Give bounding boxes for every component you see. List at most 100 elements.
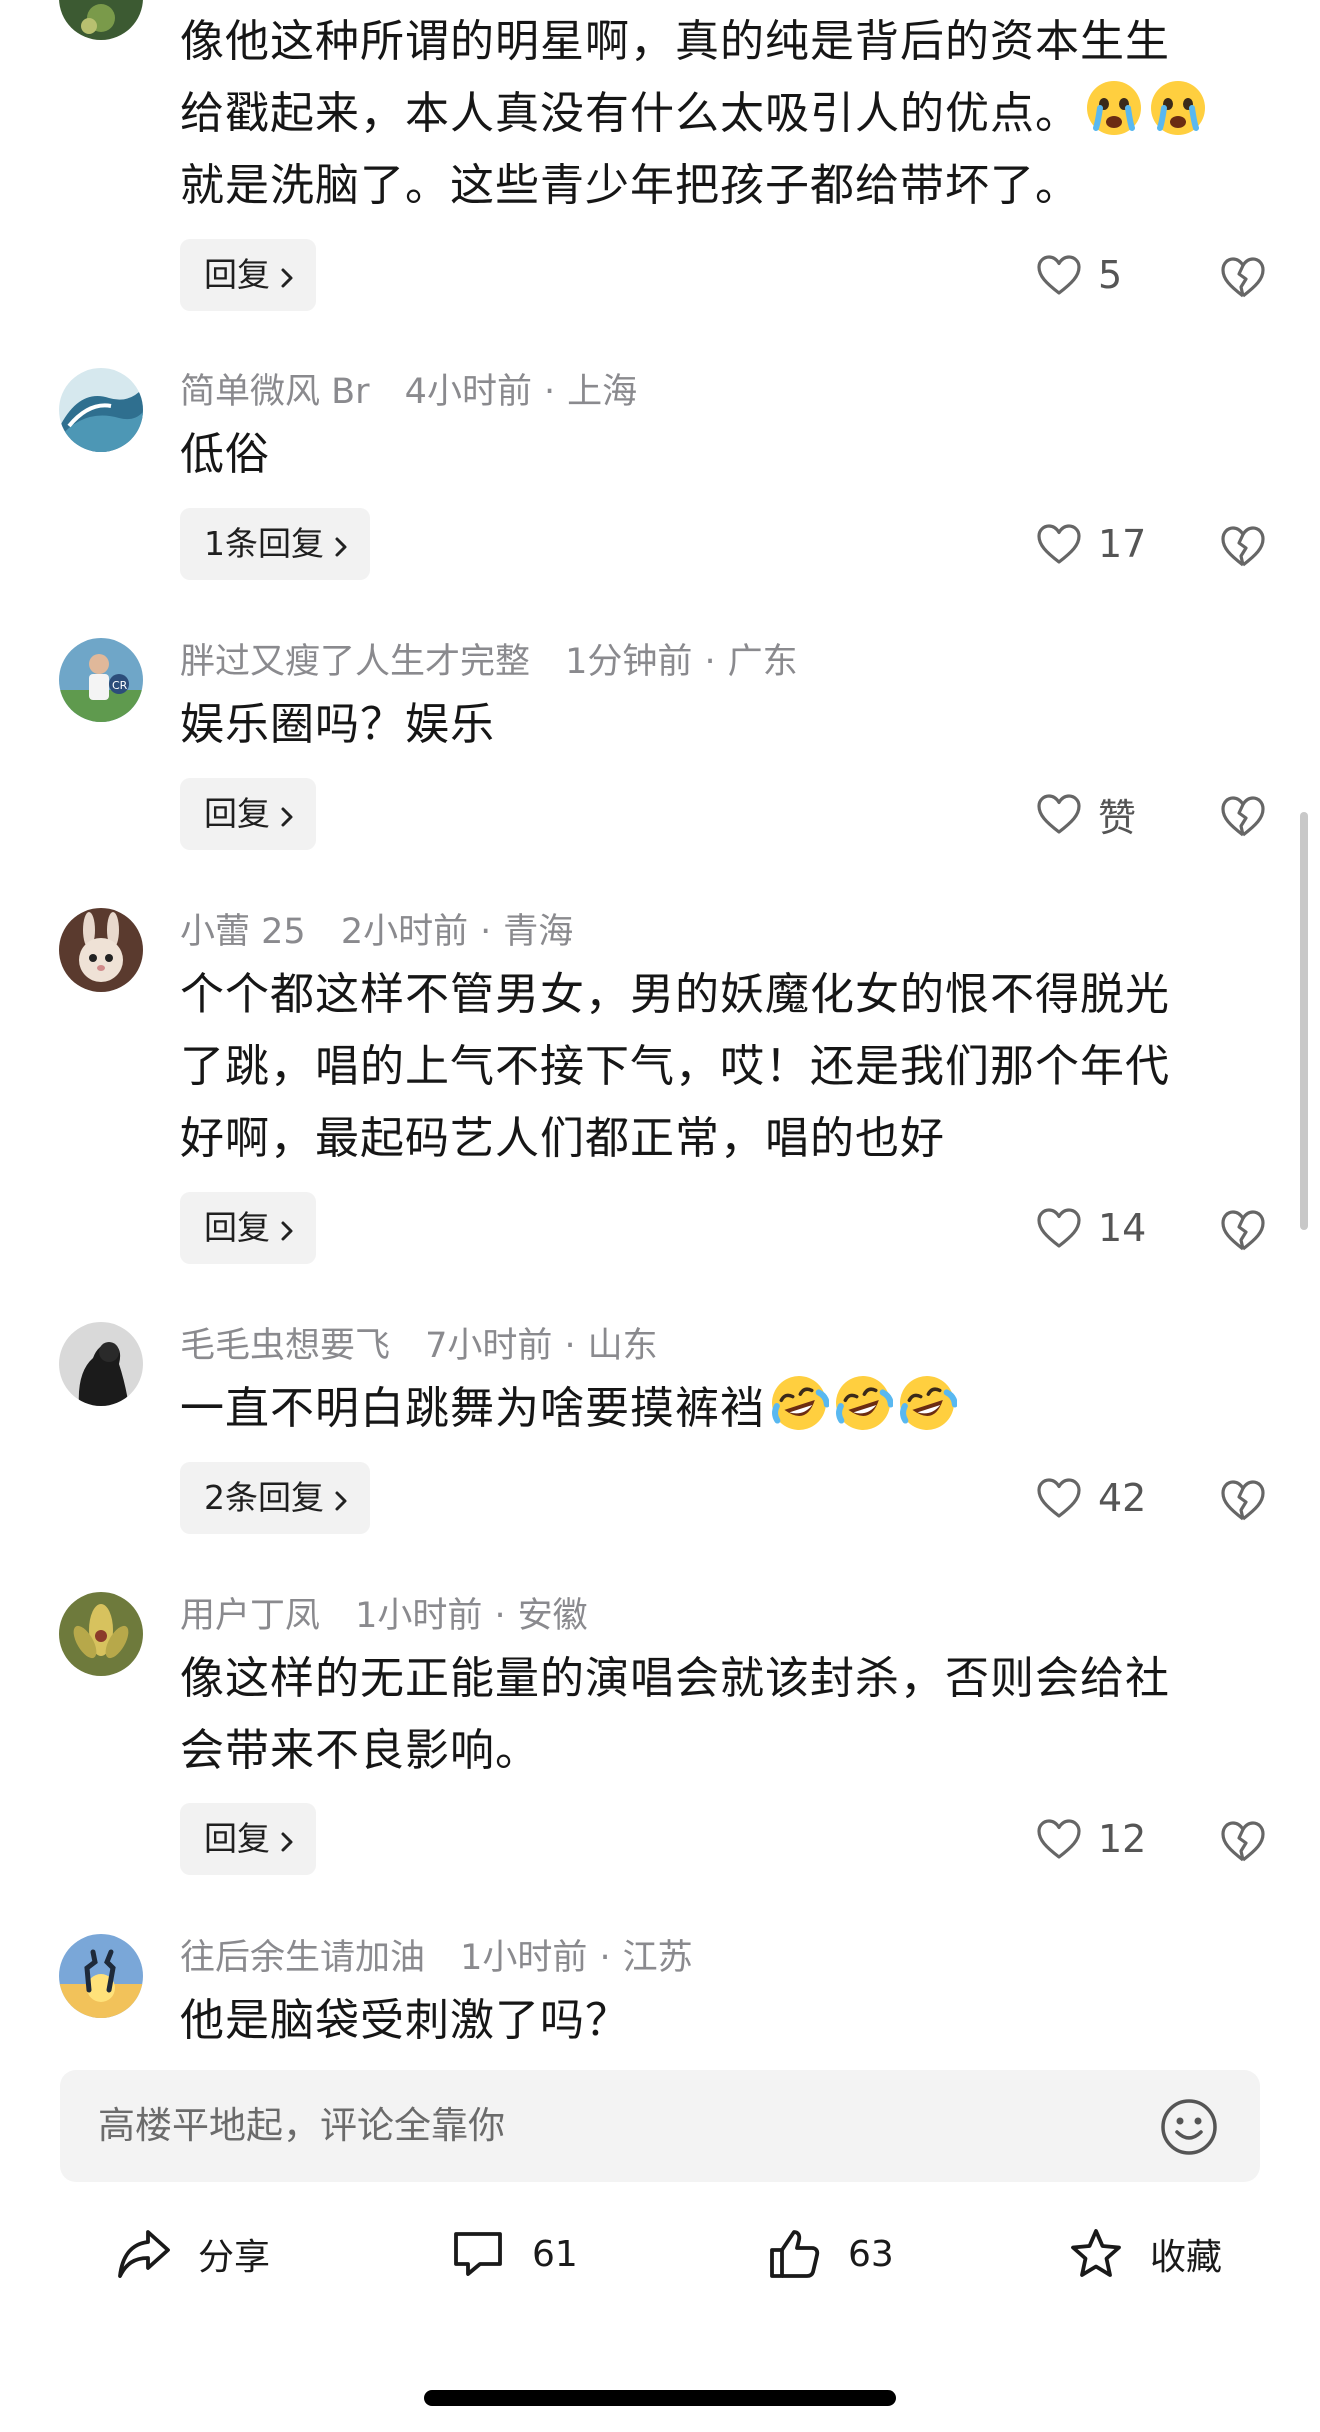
- reply-label: 回复: [204, 794, 270, 833]
- avatar[interactable]: [59, 1322, 143, 1406]
- like-button[interactable]: 42: [1036, 1468, 1146, 1528]
- broken-heart-icon[interactable]: [1218, 521, 1268, 571]
- location: 安徽: [517, 1596, 588, 1636]
- like-count: 12: [1098, 1817, 1147, 1861]
- share-label: 分享: [198, 2237, 271, 2278]
- like-post-button[interactable]: 63: [766, 2222, 894, 2286]
- comment-meta: 毛毛虫想要飞 7小时前 · 山东: [180, 1326, 658, 1366]
- like-count: 赞: [1098, 795, 1137, 840]
- svg-text:CR: CR: [112, 679, 128, 692]
- chevron-right-icon: [281, 1221, 293, 1241]
- username[interactable]: 简单微风 Br: [180, 372, 370, 412]
- collect-button[interactable]: 收藏: [1068, 2222, 1222, 2286]
- comment-text: 娱乐圈吗？娱乐: [180, 699, 495, 750]
- location: 江苏: [622, 1938, 693, 1978]
- chevron-right-icon: [281, 268, 293, 288]
- scrollbar[interactable]: [1300, 812, 1308, 1230]
- location: 上海: [567, 372, 638, 412]
- crying-face-icon: [1151, 81, 1205, 135]
- reply-label: 1条回复: [204, 524, 324, 563]
- chevron-right-icon: [335, 537, 347, 557]
- reply-button[interactable]: 回复: [180, 1192, 316, 1264]
- timestamp: 1分钟前: [565, 642, 693, 682]
- like-button[interactable]: 14: [1036, 1198, 1146, 1258]
- comment-meta: 小蕾 25 2小时前 · 青海: [180, 912, 574, 952]
- chevron-right-icon: [281, 1832, 293, 1852]
- like-button[interactable]: 17: [1036, 514, 1146, 574]
- heart-icon: [1037, 1819, 1081, 1859]
- comment-text: 他是脑袋受刺激了吗？: [180, 1995, 630, 2046]
- location: 青海: [503, 912, 574, 952]
- reply-button[interactable]: 1条回复: [180, 508, 370, 580]
- username[interactable]: 小蕾 25: [180, 912, 306, 952]
- timestamp: 4小时前: [404, 372, 532, 412]
- comment-input[interactable]: 高楼平地起，评论全靠你: [60, 2070, 1260, 2182]
- comment-button[interactable]: 61: [450, 2222, 578, 2286]
- location: 山东: [587, 1326, 658, 1366]
- avatar[interactable]: [59, 0, 143, 40]
- home-indicator[interactable]: [424, 2390, 896, 2406]
- like-post-count: 63: [848, 2233, 894, 2275]
- username[interactable]: 胖过又瘦了人生才完整: [180, 642, 530, 682]
- reply-label: 回复: [204, 1208, 270, 1247]
- heart-icon: [1037, 524, 1081, 564]
- heart-icon: [1037, 1478, 1081, 1518]
- comment-count: 61: [532, 2233, 578, 2275]
- broken-heart-icon[interactable]: [1218, 791, 1268, 841]
- comment-text: 个个都这样不管男女，男的妖魔化女的恨不得脱光 了跳，唱的上气不接下气，哎！还是我…: [180, 969, 1170, 1164]
- like-button[interactable]: 12: [1036, 1809, 1146, 1869]
- reply-button[interactable]: 回复: [180, 778, 316, 850]
- comment-meta: 胖过又瘦了人生才完整 1分钟前 · 广东: [180, 642, 798, 682]
- timestamp: 1小时前: [355, 1596, 483, 1636]
- comment-meta: 简单微风 Br 4小时前 · 上海: [180, 372, 638, 412]
- comment-text: 像这样的无正能量的演唱会就该封杀，否则会给社 会带来不良影响。: [180, 1653, 1170, 1776]
- reply-button[interactable]: 回复: [180, 1803, 316, 1875]
- reply-button[interactable]: 回复: [180, 239, 316, 311]
- timestamp: 2小时前: [340, 912, 469, 952]
- broken-heart-icon[interactable]: [1218, 1205, 1268, 1255]
- username[interactable]: 用户丁凤: [180, 1596, 320, 1636]
- like-count: 14: [1098, 1206, 1147, 1250]
- comment-text: 一直不明白跳舞为啥要摸裤裆: [180, 1373, 1270, 1445]
- avatar[interactable]: [59, 1592, 143, 1676]
- avatar[interactable]: [59, 908, 143, 992]
- comment-meta: 用户丁凤 1小时前 · 安徽: [180, 1596, 588, 1636]
- heart-icon: [1037, 255, 1081, 295]
- avatar[interactable]: CR: [59, 638, 143, 722]
- broken-heart-icon[interactable]: [1218, 1816, 1268, 1866]
- reply-label: 回复: [204, 1819, 270, 1858]
- timestamp: 1小时前: [460, 1938, 588, 1978]
- comment-text: 低俗: [180, 429, 270, 480]
- like-button[interactable]: 赞: [1036, 784, 1136, 844]
- like-count: 17: [1098, 522, 1147, 566]
- broken-heart-icon[interactable]: [1218, 252, 1268, 302]
- comment-meta: 往后余生请加油 1小时前 · 江苏: [180, 1938, 693, 1978]
- reply-button[interactable]: 2条回复: [180, 1462, 370, 1534]
- thumbs-up-icon: [770, 2230, 820, 2278]
- laughing-crying-face-icon: [836, 1376, 893, 1430]
- chevron-right-icon: [335, 1491, 347, 1511]
- crying-face-icon: [1087, 81, 1141, 135]
- comment-icon: [454, 2232, 502, 2276]
- comment-text: 像他这种所谓的明星啊，真的纯是背后的资本生生 给戳起来，本人真没有什么太吸引人的…: [180, 6, 1270, 222]
- heart-icon: [1037, 794, 1081, 834]
- reply-label: 回复: [204, 255, 270, 294]
- like-count: 5: [1098, 253, 1123, 297]
- broken-heart-icon[interactable]: [1218, 1475, 1268, 1525]
- collect-label: 收藏: [1150, 2237, 1223, 2278]
- location: 广东: [727, 642, 798, 682]
- timestamp: 7小时前: [425, 1326, 553, 1366]
- heart-icon: [1037, 1208, 1081, 1248]
- avatar[interactable]: [59, 368, 143, 452]
- like-button[interactable]: 5: [1036, 245, 1122, 305]
- smile-icon[interactable]: [1160, 2098, 1218, 2156]
- reply-label: 2条回复: [204, 1478, 324, 1517]
- star-icon: [1071, 2229, 1121, 2277]
- comment-input-placeholder: 高楼平地起，评论全靠你: [98, 2104, 505, 2147]
- username[interactable]: 往后余生请加油: [180, 1938, 425, 1978]
- avatar[interactable]: [59, 1934, 143, 2018]
- username[interactable]: 毛毛虫想要飞: [180, 1326, 390, 1366]
- laughing-crying-face-icon: [900, 1376, 957, 1430]
- like-count: 42: [1098, 1476, 1147, 1520]
- share-button[interactable]: 分享: [116, 2222, 270, 2286]
